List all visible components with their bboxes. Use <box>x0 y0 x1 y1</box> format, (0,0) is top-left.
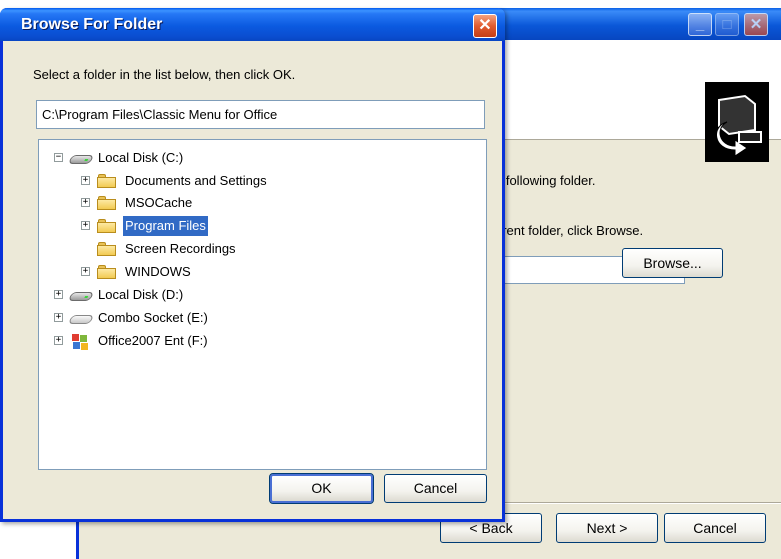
tree-item-label: Screen Recordings <box>125 241 236 256</box>
close-icon: ✕ <box>478 17 492 34</box>
tree-item-label: WINDOWS <box>125 264 191 279</box>
minimize-icon: _ <box>695 16 705 33</box>
hard-disk-icon <box>67 288 95 303</box>
expand-toggle-icon[interactable]: + <box>54 336 63 345</box>
expand-toggle-icon[interactable]: + <box>54 290 63 299</box>
wizard-close-button[interactable]: ✕ <box>744 13 768 36</box>
folder-icon <box>97 265 117 280</box>
expand-toggle-icon[interactable]: + <box>81 267 90 276</box>
wizard-cancel-button[interactable]: Cancel <box>664 513 766 543</box>
dialog-title-bar[interactable]: Browse For Folder ✕ <box>0 8 505 41</box>
minimize-button[interactable]: _ <box>688 13 712 36</box>
next-button[interactable]: Next > <box>556 513 658 543</box>
folder-icon <box>97 196 117 211</box>
tree-item-label-selected: Program Files <box>123 216 208 236</box>
tree-item-label: Combo Socket (E:) <box>98 310 208 325</box>
maximize-button[interactable]: □ <box>715 13 739 36</box>
installer-logo-icon <box>705 82 769 162</box>
expand-toggle-icon[interactable]: + <box>81 198 90 207</box>
browse-button[interactable]: Browse... <box>622 248 723 278</box>
ok-button[interactable]: OK <box>269 473 374 504</box>
office-disc-icon <box>70 334 90 350</box>
cd-drive-icon <box>67 311 95 326</box>
folder-icon <box>97 174 117 189</box>
wizard-folder-text: e following folder. <box>495 173 596 188</box>
tree-item-label: Documents and Settings <box>125 173 267 188</box>
expand-toggle-icon[interactable]: + <box>54 313 63 322</box>
maximize-icon: □ <box>722 16 732 33</box>
tree-item-label: Office2007 Ent (F:) <box>98 333 208 348</box>
cancel-button[interactable]: Cancel <box>384 474 487 503</box>
tree-item-label: Local Disk (C:) <box>98 150 184 165</box>
folder-tree[interactable]: − Local Disk (C:) + Documents and Settin… <box>38 139 487 470</box>
expand-toggle-icon[interactable]: + <box>81 176 90 185</box>
folder-path-field[interactable]: C:\Program Files\Classic Menu for Office <box>36 100 485 129</box>
dialog-title: Browse For Folder <box>21 16 163 33</box>
wizard-browse-hint-text: erent folder, click Browse. <box>495 223 644 238</box>
expand-toggle-icon[interactable]: + <box>81 221 90 230</box>
dialog-instruction: Select a folder in the list below, then … <box>33 67 296 82</box>
hard-disk-icon <box>67 151 95 166</box>
screen: _ □ ✕ e following folder. erent folder, … <box>0 0 781 559</box>
dialog-close-button[interactable]: ✕ <box>473 14 497 38</box>
folder-icon <box>97 242 117 257</box>
collapse-toggle-icon[interactable]: − <box>54 153 63 162</box>
browse-for-folder-dialog: Browse For Folder ✕ Select a folder in t… <box>0 8 505 522</box>
close-icon: ✕ <box>749 16 763 33</box>
folder-icon <box>97 219 117 234</box>
tree-item-label: Local Disk (D:) <box>98 287 184 302</box>
tree-item-label: MSOCache <box>125 195 193 210</box>
